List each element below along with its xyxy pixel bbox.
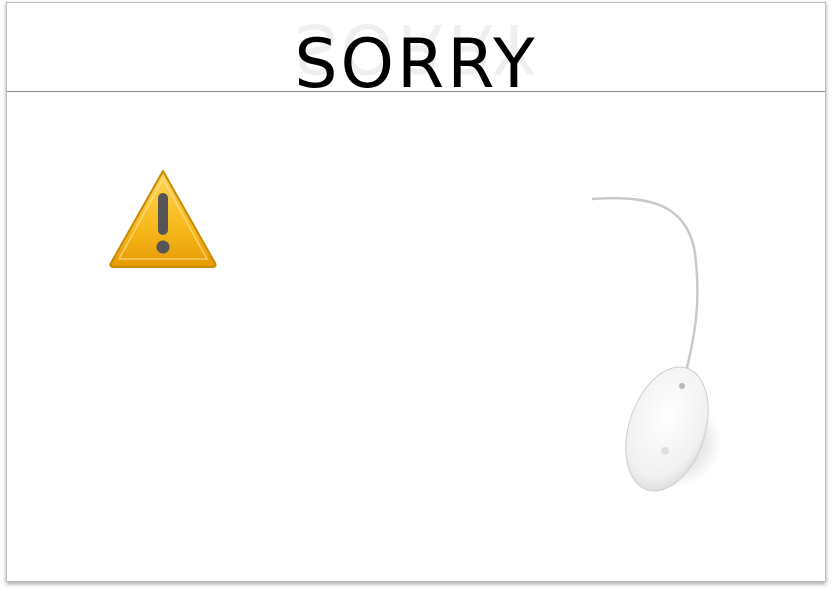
header-bar: SORRY SORRY xyxy=(7,3,825,92)
error-panel: SORRY SORRY xyxy=(6,2,826,582)
page-title: SORRY xyxy=(294,25,538,92)
mouse-icon xyxy=(591,196,722,492)
warning-icon xyxy=(109,170,217,268)
